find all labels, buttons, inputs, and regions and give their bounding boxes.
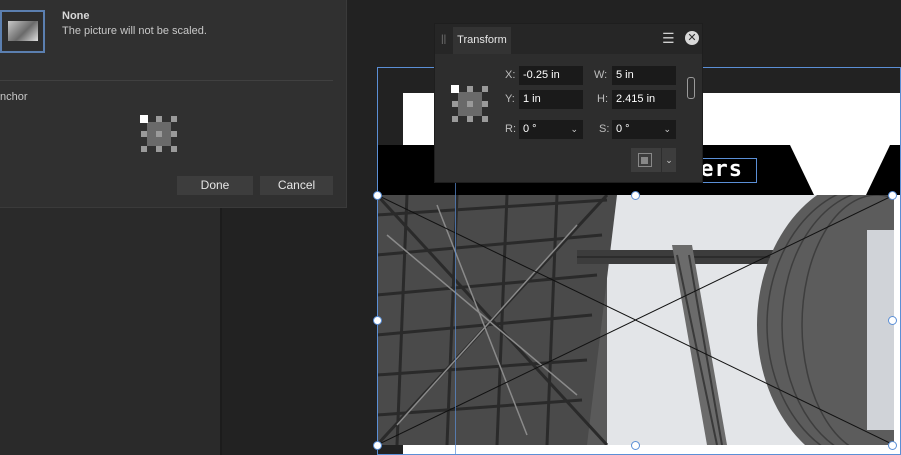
anchor-point-middle-left[interactable] xyxy=(141,131,147,137)
picture-scaling-dialog: None The picture will not be scaled. nch… xyxy=(0,0,347,208)
picture-preview-icon xyxy=(8,21,38,41)
w-label: W: xyxy=(594,69,608,81)
resize-handle-left[interactable] xyxy=(373,316,382,325)
anchor-point-bottom-center[interactable] xyxy=(156,146,162,152)
anchor-point-center[interactable] xyxy=(467,101,473,107)
x-label: X: xyxy=(505,69,516,81)
chevron-down-icon[interactable]: ⌄ xyxy=(570,120,578,139)
rotation-field[interactable]: 0 ° ⌄ xyxy=(519,120,583,139)
lock-aspect-ratio-icon[interactable] xyxy=(687,77,695,99)
resize-handle-bottom-left[interactable] xyxy=(373,441,382,450)
done-button[interactable]: Done xyxy=(177,176,253,195)
anchor-point-bottom-center[interactable] xyxy=(467,116,473,122)
anchor-point-top-center[interactable] xyxy=(156,116,162,122)
resize-handle-bottom[interactable] xyxy=(631,441,640,450)
transform-panel: || Transform ☰ ✕ X: -0.25 in W: 5 in Y: … xyxy=(434,23,703,183)
scale-option-title: None xyxy=(62,10,90,22)
anchor-point-top-left[interactable] xyxy=(451,85,459,93)
transform-anchor-selector[interactable] xyxy=(451,85,488,122)
resize-handle-right[interactable] xyxy=(888,316,897,325)
panel-divider xyxy=(220,208,222,455)
shear-field[interactable]: 0 ° ⌄ xyxy=(612,120,676,139)
rotation-value: 0 ° xyxy=(523,123,537,135)
resize-handle-top-right[interactable] xyxy=(888,191,897,200)
anchor-point-bottom-right[interactable] xyxy=(171,146,177,152)
width-field[interactable]: 5 in xyxy=(612,66,676,85)
scale-option-description: The picture will not be scaled. xyxy=(62,25,207,37)
resize-handle-bottom-right[interactable] xyxy=(888,441,897,450)
anchor-point-bottom-left[interactable] xyxy=(141,146,147,152)
layout-guide xyxy=(455,183,456,455)
y-label: Y: xyxy=(505,93,515,105)
resize-handle-top-left[interactable] xyxy=(373,191,382,200)
scale-option-thumbnail[interactable] xyxy=(0,10,45,53)
geometry-icon-inner xyxy=(641,157,648,164)
height-field[interactable]: 2.415 in xyxy=(612,90,676,109)
h-label: H: xyxy=(597,93,608,105)
anchor-point-top-left[interactable] xyxy=(140,115,148,123)
chevron-down-icon[interactable]: ⌄ xyxy=(662,148,676,172)
geometry-options-button[interactable] xyxy=(631,148,661,172)
tab-transform[interactable]: Transform xyxy=(453,27,511,54)
side-panel-area xyxy=(0,208,220,455)
panel-menu-icon[interactable]: ☰ xyxy=(662,30,675,47)
divider xyxy=(0,80,333,81)
anchor-point-top-center[interactable] xyxy=(467,86,473,92)
anchor-point-bottom-right[interactable] xyxy=(482,116,488,122)
cancel-button[interactable]: Cancel xyxy=(260,176,333,195)
resize-handle-top[interactable] xyxy=(631,191,640,200)
transform-panel-header[interactable]: || Transform ☰ ✕ xyxy=(435,24,702,54)
x-position-field[interactable]: -0.25 in xyxy=(519,66,583,85)
anchor-label: nchor xyxy=(0,91,28,103)
anchor-point-middle-right[interactable] xyxy=(171,131,177,137)
anchor-point-top-right[interactable] xyxy=(482,86,488,92)
s-label: S: xyxy=(599,123,610,135)
anchor-point-top-right[interactable] xyxy=(171,116,177,122)
anchor-point-middle-right[interactable] xyxy=(482,101,488,107)
anchor-point-center[interactable] xyxy=(156,131,162,137)
close-icon[interactable]: ✕ xyxy=(685,31,699,45)
anchor-selector[interactable] xyxy=(140,115,177,152)
drag-grip-icon[interactable]: || xyxy=(441,34,446,45)
shear-value: 0 ° xyxy=(616,123,630,135)
anchor-point-bottom-left[interactable] xyxy=(452,116,458,122)
anchor-point-middle-left[interactable] xyxy=(452,101,458,107)
y-position-field[interactable]: 1 in xyxy=(519,90,583,109)
r-label: R: xyxy=(505,123,516,135)
chevron-down-icon[interactable]: ⌄ xyxy=(663,120,671,139)
